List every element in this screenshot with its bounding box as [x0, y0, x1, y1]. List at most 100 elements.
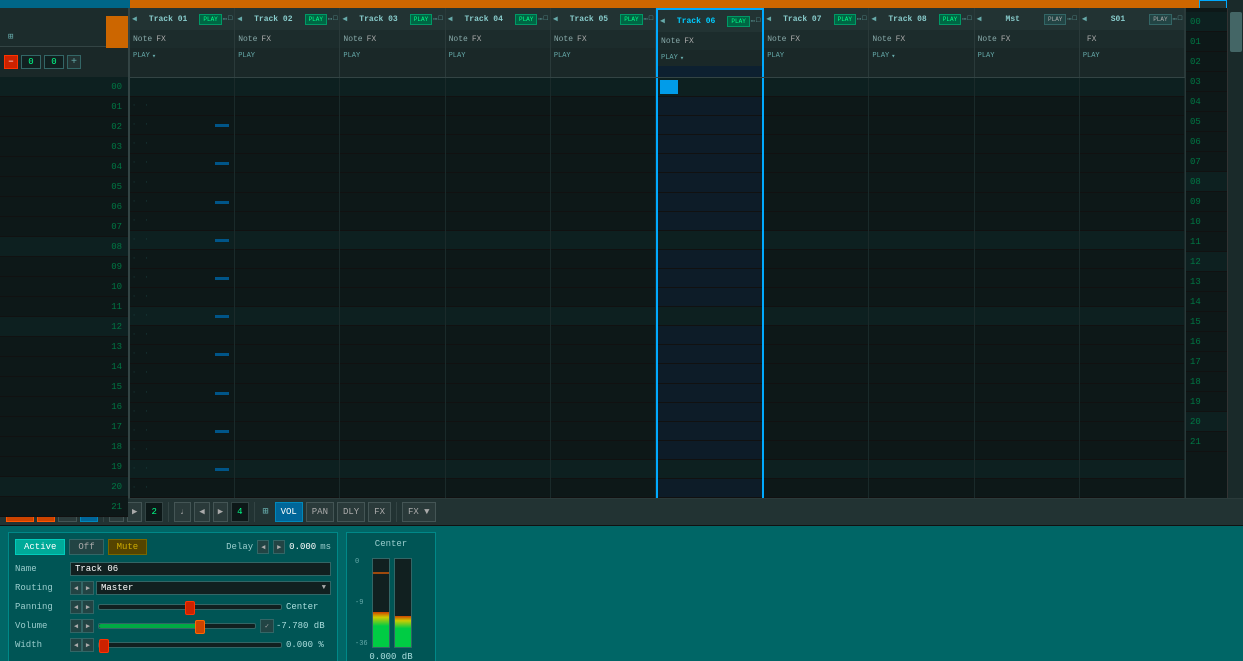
grid-cell-track08-13[interactable]	[869, 326, 973, 345]
grid-cell-s01-18[interactable]	[1080, 422, 1184, 441]
grid-cell-track03-16[interactable]	[340, 384, 444, 403]
track-header-track08[interactable]: ◀ Track 08 PLAY ⋯ □ Note FX PLAY ▾	[869, 8, 974, 77]
grid-cell-track05-04[interactable]	[551, 154, 655, 173]
grid-cell-s01-13[interactable]	[1080, 326, 1184, 345]
grid-cell-track06-19[interactable]	[658, 441, 762, 460]
delay-right-btn[interactable]: ▶	[273, 540, 285, 554]
track-square-mst[interactable]: □	[1073, 15, 1077, 23]
width-right-btn[interactable]: ▶	[82, 638, 94, 652]
grid-cell-s01-00[interactable]	[1080, 78, 1184, 97]
grid-cell-track03-21[interactable]	[340, 479, 444, 498]
volume-right-btn[interactable]: ▶	[82, 619, 94, 633]
play-btn-track06[interactable]: PLAY	[727, 16, 749, 27]
track-grid-track08[interactable]	[869, 78, 974, 498]
grid-cell-track07-02[interactable]	[764, 116, 868, 135]
grid-cell-track04-10[interactable]	[446, 269, 550, 288]
grid-cell-track06-21[interactable]	[658, 479, 762, 498]
grid-cell-mst-03[interactable]	[975, 135, 1079, 154]
grid-cell-track08-16[interactable]	[869, 384, 973, 403]
grid-cell-track02-08[interactable]	[235, 231, 339, 250]
grid-cell-mst-14[interactable]	[975, 345, 1079, 364]
grid-cell-track02-04[interactable]	[235, 154, 339, 173]
grid-cell-track01-16[interactable]: · ·	[130, 384, 234, 403]
grid-cell-track01-11[interactable]: · ·	[130, 288, 234, 307]
grid-cell-track08-12[interactable]	[869, 307, 973, 326]
dropdown-arrow-track01[interactable]: ▾	[152, 52, 156, 61]
grid-cell-track07-10[interactable]	[764, 269, 868, 288]
grid-cell-track04-20[interactable]	[446, 460, 550, 479]
grid-cell-track08-06[interactable]	[869, 193, 973, 212]
grid-cell-track05-07[interactable]	[551, 212, 655, 231]
grid-cell-track04-04[interactable]	[446, 154, 550, 173]
width-left-btn[interactable]: ◀	[70, 638, 82, 652]
grid-cell-track07-16[interactable]	[764, 384, 868, 403]
track-dots-mst[interactable]: ⋯	[1067, 15, 1071, 24]
track-square-track02[interactable]: □	[333, 15, 337, 23]
track-dots-s01[interactable]: ⋯	[1173, 15, 1177, 24]
grid-cell-track04-07[interactable]	[446, 212, 550, 231]
grid-cell-track08-11[interactable]	[869, 288, 973, 307]
grid-cell-track05-00[interactable]	[551, 78, 655, 97]
volume-check[interactable]: ✓	[260, 619, 274, 633]
grid-cell-track05-20[interactable]	[551, 460, 655, 479]
track-square-track07[interactable]: □	[862, 15, 866, 23]
track-arrow-track02[interactable]: ◀	[237, 14, 242, 24]
grid-cell-mst-00[interactable]	[975, 78, 1079, 97]
grid-cell-track05-11[interactable]	[551, 288, 655, 307]
grid-cell-mst-05[interactable]	[975, 173, 1079, 192]
grid-cell-track07-04[interactable]	[764, 154, 868, 173]
grid-cell-mst-19[interactable]	[975, 441, 1079, 460]
grid-cell-track01-15[interactable]: · ·	[130, 364, 234, 383]
grid-cell-track06-16[interactable]	[658, 384, 762, 403]
grid-cell-track05-06[interactable]	[551, 193, 655, 212]
toolbar-btn-fx-dropdown[interactable]: FX ▼	[402, 502, 436, 522]
grid-cell-track02-20[interactable]	[235, 460, 339, 479]
grid-cell-s01-07[interactable]	[1080, 212, 1184, 231]
grid-cell-track02-06[interactable]	[235, 193, 339, 212]
track-grid-track07[interactable]	[764, 78, 869, 498]
grid-cell-track01-03[interactable]: · ·	[130, 135, 234, 154]
grid-cell-track03-17[interactable]	[340, 403, 444, 422]
grid-cell-track01-19[interactable]: · ·	[130, 441, 234, 460]
routing-dropdown[interactable]: Master ▼	[96, 581, 331, 595]
grid-cell-track01-02[interactable]: · ·	[130, 116, 234, 135]
grid-cell-track01-08[interactable]: · ·	[130, 231, 234, 250]
volume-thumb[interactable]	[195, 620, 205, 634]
grid-cell-track07-12[interactable]	[764, 307, 868, 326]
grid-cell-track02-05[interactable]	[235, 173, 339, 192]
grid-cell-mst-18[interactable]	[975, 422, 1079, 441]
grid-cell-track03-09[interactable]	[340, 250, 444, 269]
track-grid-track05[interactable]	[551, 78, 656, 498]
grid-cell-track06-00[interactable]	[658, 78, 762, 97]
grid-cell-track04-08[interactable]	[446, 231, 550, 250]
track-square-track05[interactable]: □	[649, 15, 653, 23]
grid-cell-s01-14[interactable]	[1080, 345, 1184, 364]
grid-cell-track08-21[interactable]	[869, 479, 973, 498]
grid-cell-track07-15[interactable]	[764, 364, 868, 383]
grid-cell-track01-20[interactable]: · ·	[130, 460, 234, 479]
grid-cell-track01-13[interactable]: · ·	[130, 326, 234, 345]
grid-cell-track06-06[interactable]	[658, 193, 762, 212]
track-dots-track04[interactable]: ⋯	[538, 15, 542, 24]
track-header-track03[interactable]: ◀ Track 03 PLAY ⋯ □ Note FX PLAY	[340, 8, 445, 77]
track-grid-track01[interactable]: · ·· ·· ·· ·· ·· ·· ·· ·· ·· ·· ·· ·· ··…	[130, 78, 235, 498]
tab-mute[interactable]: Mute	[108, 539, 148, 555]
grid-cell-track06-01[interactable]	[658, 97, 762, 116]
grid-cell-track02-15[interactable]	[235, 364, 339, 383]
toolbar-arrow-right-2[interactable]: ▶	[213, 502, 228, 522]
grid-cell-track07-17[interactable]	[764, 403, 868, 422]
grid-cell-track08-14[interactable]	[869, 345, 973, 364]
track-header-track02[interactable]: ◀ Track 02 PLAY ⋯ □ Note FX PLAY	[235, 8, 340, 77]
grid-cell-track06-10[interactable]	[658, 269, 762, 288]
grid-cell-track05-18[interactable]	[551, 422, 655, 441]
grid-cell-track03-07[interactable]	[340, 212, 444, 231]
track-header-track05[interactable]: ◀ Track 05 PLAY ⋯ □ Note FX PLAY	[551, 8, 656, 77]
grid-cell-track07-07[interactable]	[764, 212, 868, 231]
grid-cell-track07-13[interactable]	[764, 326, 868, 345]
grid-cell-track03-08[interactable]	[340, 231, 444, 250]
grid-cell-track05-09[interactable]	[551, 250, 655, 269]
grid-cell-track04-21[interactable]	[446, 479, 550, 498]
grid-cell-track07-11[interactable]	[764, 288, 868, 307]
grid-cell-s01-15[interactable]	[1080, 364, 1184, 383]
grid-cell-track06-17[interactable]	[658, 403, 762, 422]
